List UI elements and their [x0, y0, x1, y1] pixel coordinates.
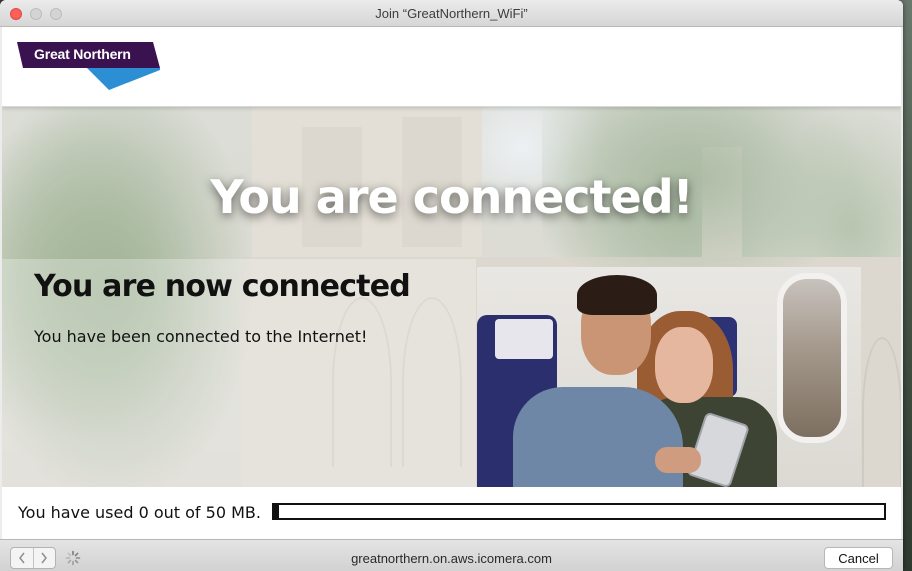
window-title: Join “GreatNorthern_WiFi” [375, 6, 528, 21]
connected-heading: You are now connected [34, 269, 411, 304]
connected-message: You have been connected to the Internet! [34, 327, 368, 346]
seat-headrest [495, 319, 553, 359]
data-usage-text: You have used 0 out of 50 MB. [18, 503, 261, 522]
page-url: greatnorthern.on.aws.icomera.com [351, 551, 552, 566]
hand [655, 447, 701, 473]
cancel-button[interactable]: Cancel [824, 547, 893, 569]
great-northern-logo: Great Northern [17, 42, 163, 90]
data-usage-section: You have used 0 out of 50 MB. [2, 487, 901, 539]
train-window [777, 273, 847, 443]
captive-portal-window: Join “GreatNorthern_WiFi” Great Northern [0, 0, 903, 571]
logo-text: Great Northern [34, 46, 131, 62]
hero-section: You are connected! You are now connected… [2, 107, 901, 487]
portal-content: Great Northern You are connected! You ar… [2, 27, 901, 539]
woman-face [655, 327, 713, 403]
hero-title: You are connected! [210, 170, 693, 224]
man [513, 387, 683, 487]
portal-header: Great Northern [2, 27, 901, 107]
data-usage-progress-bar [272, 503, 886, 520]
man-hair [577, 275, 657, 315]
title-bar[interactable]: Join “GreatNorthern_WiFi” [0, 0, 903, 27]
data-usage-progress-fill [274, 505, 279, 518]
passengers-photo [477, 267, 861, 487]
bottom-toolbar: greatnorthern.on.aws.icomera.com Cancel [0, 539, 903, 571]
